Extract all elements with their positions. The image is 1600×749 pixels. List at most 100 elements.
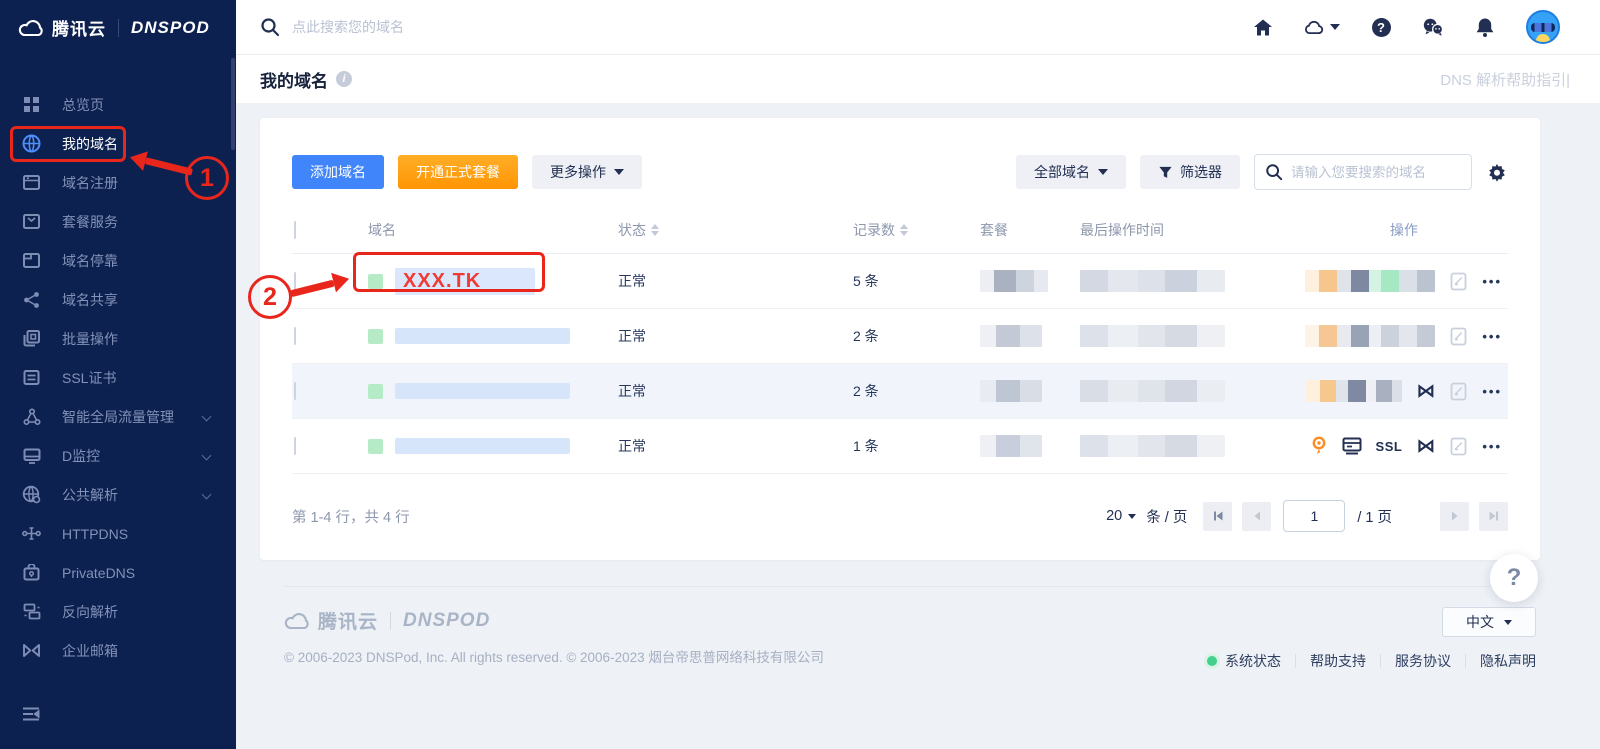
sidebar-item-label: 域名停靠: [62, 252, 118, 269]
add-domain-button[interactable]: 添加域名: [292, 155, 384, 189]
domain-search-input[interactable]: [1291, 164, 1451, 180]
first-page-button[interactable]: [1203, 501, 1233, 531]
page-number-input[interactable]: [1283, 500, 1346, 532]
sort-icon[interactable]: [651, 223, 659, 236]
page-total: / 1 页: [1357, 509, 1392, 526]
sidebar-item-label: 域名注册: [62, 174, 118, 191]
redacted-plan: [980, 270, 1048, 292]
sidebar-item-d-monitor[interactable]: D监控: [0, 436, 236, 475]
row-checkbox[interactable]: [294, 327, 296, 345]
next-page-button[interactable]: [1440, 501, 1469, 531]
table-row[interactable]: 正常 2 条 ⋈ •••: [292, 364, 1508, 419]
sidebar-nav: 总览页 我的域名 域名注册 套餐服务 域名停靠 域名共享 批量操作 SSL证书 …: [0, 55, 236, 670]
actions-cell: ⋈ •••: [1300, 380, 1508, 402]
logo-bar[interactable]: 腾讯云 DNSPOD: [0, 0, 236, 55]
all-domains-dropdown[interactable]: 全部域名: [1016, 155, 1126, 189]
redacted-actions: [1305, 270, 1436, 292]
row-checkbox[interactable]: [294, 382, 296, 400]
content-area: 添加域名 开通正式套餐 更多操作 全部域名 筛选器 请输入您要搜索的域名 域名 …: [236, 103, 1600, 749]
more-actions-button[interactable]: 更多操作: [532, 155, 642, 189]
chevron-down-icon: [201, 411, 212, 422]
language-selector[interactable]: 中文: [1442, 607, 1536, 637]
sidebar-item-label: 公共解析: [62, 486, 118, 503]
brand-name: 腾讯云: [52, 20, 106, 39]
avatar-chin: [1536, 34, 1550, 42]
footer: 腾讯云 DNSPOD © 2006-2023 DNSPod, Inc. All …: [284, 586, 1536, 671]
table-row[interactable]: 正常 2 条 •••: [292, 309, 1508, 364]
filter-label: 筛选器: [1180, 164, 1222, 180]
batch-icon: [22, 329, 41, 348]
help-support-link[interactable]: 帮助支持: [1296, 651, 1380, 671]
record-log-icon[interactable]: [1449, 437, 1468, 456]
global-search-input[interactable]: [292, 19, 592, 35]
chevron-down-icon: [1504, 619, 1512, 625]
column-header-status[interactable]: 状态: [618, 220, 853, 240]
info-icon[interactable]: i: [336, 71, 352, 87]
sidebar-item-reverse-dns[interactable]: 反向解析: [0, 592, 236, 631]
enterprise-mail-icon[interactable]: ⋈: [1416, 436, 1435, 456]
ssl-action-label[interactable]: SSL: [1376, 439, 1403, 454]
console-cloud-icon[interactable]: [1304, 16, 1340, 38]
privacy-statement-link[interactable]: 隐私声明: [1466, 651, 1536, 671]
prev-page-button[interactable]: [1242, 501, 1272, 531]
record-log-icon[interactable]: [1449, 327, 1468, 346]
notification-bell-icon[interactable]: [1474, 16, 1496, 38]
row-checkbox[interactable]: [294, 437, 296, 455]
select-all-checkbox[interactable]: [294, 220, 296, 239]
more-options-icon[interactable]: •••: [1482, 384, 1502, 399]
domain-link[interactable]: XXX.TK: [395, 267, 536, 295]
sidebar-item-overview[interactable]: 总览页: [0, 85, 236, 124]
sidebar-item-domain-share[interactable]: 域名共享: [0, 280, 236, 319]
sort-icon[interactable]: [900, 223, 908, 236]
sidebar-item-batch-ops[interactable]: 批量操作: [0, 319, 236, 358]
system-status-link[interactable]: 系统状态: [1193, 651, 1295, 671]
dnspod-console: 腾讯云 DNSPOD 总览页 我的域名 域名注册 套餐服务 域名停靠 域名共享 …: [0, 0, 1600, 749]
floating-help-button[interactable]: ?: [1490, 554, 1538, 602]
page-size-dropdown[interactable]: 20: [1106, 508, 1137, 524]
sidebar-item-public-dns[interactable]: 公共解析: [0, 475, 236, 514]
filter-button[interactable]: 筛选器: [1140, 155, 1240, 189]
column-header-plan: 套餐: [980, 221, 1008, 238]
redacted-domain: [395, 328, 570, 344]
column-header-last-op: 最后操作时间: [1080, 221, 1164, 238]
open-plan-button[interactable]: 开通正式套餐: [398, 155, 518, 189]
sidebar-item-plan-service[interactable]: 套餐服务: [0, 202, 236, 241]
more-options-icon[interactable]: •••: [1482, 329, 1502, 344]
table-row[interactable]: 正常 1 条 SSL ⋈ •••: [292, 419, 1508, 474]
sidebar-item-enterprise-mail[interactable]: 企业邮箱: [0, 631, 236, 670]
column-header-domain: 域名: [368, 221, 396, 238]
topbar: ?: [236, 0, 1600, 55]
redacted-domain: [395, 383, 570, 399]
redacted-last-op: [1080, 435, 1225, 457]
grid-icon: [22, 95, 41, 114]
sidebar-item-domain-parking[interactable]: 域名停靠: [0, 241, 236, 280]
sidebar-item-ssl-cert[interactable]: SSL证书: [0, 358, 236, 397]
sidebar-item-label: 域名共享: [62, 291, 118, 308]
domain-name: XXX.TK: [403, 269, 482, 292]
home-icon[interactable]: [1252, 16, 1274, 38]
sidebar-collapse-icon[interactable]: [20, 705, 42, 723]
sidebar-item-label: 总览页: [62, 96, 104, 113]
gear-icon[interactable]: [1486, 161, 1508, 183]
record-log-icon[interactable]: [1449, 272, 1468, 291]
brand-divider: [390, 611, 392, 630]
last-page-button[interactable]: [1479, 501, 1508, 531]
column-header-records[interactable]: 记录数: [853, 220, 980, 240]
user-avatar[interactable]: [1526, 10, 1560, 44]
record-log-icon[interactable]: [1449, 382, 1468, 401]
sidebar-item-igtm[interactable]: 智能全局流量管理: [0, 397, 236, 436]
domain-cell: [368, 383, 618, 399]
more-options-icon[interactable]: •••: [1482, 439, 1502, 454]
service-agreement-link[interactable]: 服务协议: [1381, 651, 1465, 671]
sidebar-item-label: 套餐服务: [62, 213, 118, 230]
wechat-icon[interactable]: [1422, 16, 1444, 38]
sidebar-item-privatedns[interactable]: PrivateDNS: [0, 553, 236, 592]
enterprise-mail-icon[interactable]: ⋈: [1416, 381, 1435, 401]
table-row[interactable]: XXX.TK 正常 5 条 •••: [292, 254, 1508, 309]
upgrade-rocket-icon[interactable]: [1310, 436, 1328, 456]
help-icon[interactable]: ?: [1370, 16, 1392, 38]
sidebar-item-httpdns[interactable]: HTTPDNS: [0, 514, 236, 553]
dns-help-guide-link[interactable]: DNS 解析帮助指引|: [1440, 69, 1570, 90]
mini-program-card-icon[interactable]: [1342, 437, 1362, 455]
more-options-icon[interactable]: •••: [1482, 274, 1502, 289]
